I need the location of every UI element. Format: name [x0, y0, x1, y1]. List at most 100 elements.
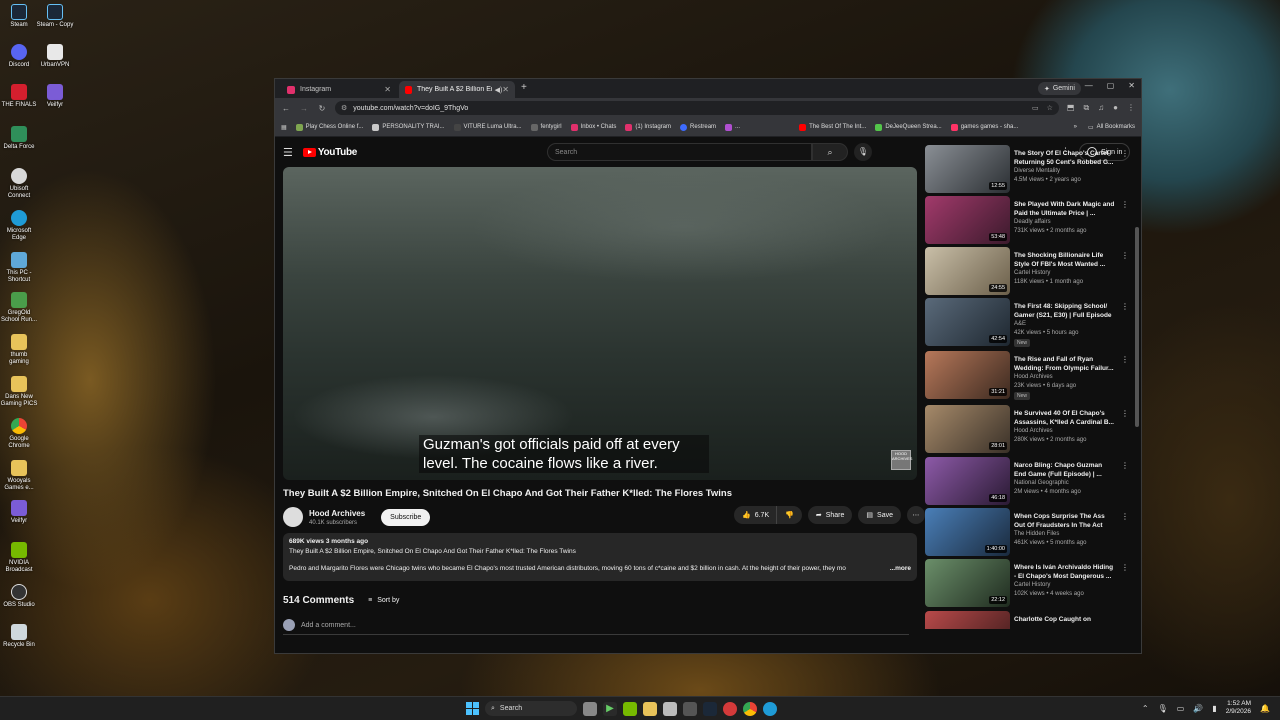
recommended-channel[interactable]: Cartel History: [1014, 270, 1050, 276]
desktop-icon-delta-force[interactable]: Delta Force: [0, 126, 38, 151]
play-icon[interactable]: ▶: [603, 701, 617, 716]
chevron-up-icon[interactable]: ⌃: [1142, 704, 1149, 713]
media-control-icon[interactable]: ♫: [1098, 103, 1104, 113]
video-thumbnail[interactable]: [925, 611, 1010, 629]
desktop-icon-this-pc[interactable]: This PC - Shortcut: [0, 252, 38, 284]
desktop-icon-veilfyr-2[interactable]: Veilfyr: [0, 500, 38, 525]
dislike-button[interactable]: 👎: [777, 506, 802, 524]
store-icon[interactable]: [663, 701, 677, 716]
close-icon[interactable]: ✕: [384, 85, 391, 94]
video-thumbnail[interactable]: 24:55: [925, 247, 1010, 295]
nvidia-icon[interactable]: [623, 701, 637, 716]
more-vertical-icon[interactable]: ⋮: [1121, 563, 1129, 572]
chrome-icon[interactable]: [743, 701, 757, 716]
channel-name[interactable]: Hood Archives: [309, 509, 365, 518]
browser-menu-icon[interactable]: ⋮: [1127, 103, 1135, 113]
recommended-channel[interactable]: Diverse Mentality: [1014, 168, 1060, 174]
desktop-icon-the-finals[interactable]: THE FINALS: [0, 84, 38, 109]
voice-search-button[interactable]: 🎙: [854, 143, 872, 161]
extension-icon[interactable]: ⬒: [1067, 103, 1075, 113]
channel-avatar[interactable]: [283, 507, 303, 527]
recommended-title[interactable]: She Played With Dark Magic and Paid the …: [1014, 200, 1116, 218]
desktop-icon-dans-pics[interactable]: Dans New Gaming PICS: [0, 376, 38, 408]
desktop-icon-discord[interactable]: Discord: [0, 44, 38, 69]
add-comment-field[interactable]: Add a comment...: [283, 619, 909, 635]
desktop-icon-nvidia[interactable]: NVIDIA Broadcast: [0, 542, 38, 574]
video-thumbnail[interactable]: 28:01: [925, 405, 1010, 453]
tab-youtube-video[interactable]: They Built A $2 Billion Empi ◀) ✕: [399, 81, 515, 98]
recommended-title[interactable]: Narco Bling: Chapo Guzman End Game (Full…: [1014, 461, 1116, 479]
recommended-title[interactable]: The Shocking Billionaire Life Style Of F…: [1014, 251, 1116, 269]
recommended-video[interactable]: 31:21 The Rise and Fall of Ryan Wedding:…: [925, 351, 1133, 402]
cast-icon[interactable]: ▭: [1032, 104, 1039, 112]
recommended-title[interactable]: Charlotte Cop Caught on: [1014, 615, 1116, 624]
task-view-icon[interactable]: [583, 701, 597, 716]
address-bar[interactable]: ⚙ youtube.com/watch?v=doIG_9ThgVo ▭ ☆: [335, 101, 1059, 115]
gemini-button[interactable]: ✦ Gemini: [1037, 82, 1081, 95]
file-explorer-icon[interactable]: [643, 701, 657, 716]
clock[interactable]: 1:52 AM 2/9/2026: [1226, 700, 1251, 716]
apps-grid-icon[interactable]: ▦: [281, 124, 287, 131]
desktop-icon-thumb-gaming[interactable]: thumb gaming: [0, 334, 38, 366]
desktop-icon-recycle-bin[interactable]: Recycle Bin: [0, 624, 38, 649]
recommended-channel[interactable]: Deadly affairs: [1014, 219, 1051, 225]
bookmark-item[interactable]: Play Chess Online f...: [295, 123, 363, 131]
bookmark-item[interactable]: ...: [725, 123, 740, 131]
video-thumbnail[interactable]: 31:21: [925, 351, 1010, 399]
recommended-title[interactable]: Where Is Iván Archivaldo Hiding - El Cha…: [1014, 563, 1116, 581]
extensions-puzzle-icon[interactable]: ⧉: [1083, 103, 1089, 113]
new-tab-button[interactable]: +: [521, 82, 527, 93]
video-thumbnail[interactable]: 46:18: [925, 457, 1010, 505]
recommended-video[interactable]: 12:55 The Story Of El Chapo's Cartel Ret…: [925, 145, 1133, 196]
description-more-link[interactable]: ...more: [887, 565, 911, 572]
close-icon[interactable]: ✕: [502, 85, 509, 94]
desktop-icon-steam[interactable]: Steam: [0, 4, 38, 29]
desktop-icon-greg[interactable]: GregOld School Run...: [0, 292, 38, 324]
recommended-title[interactable]: The Story Of El Chapo's Cartel Returning…: [1014, 149, 1116, 167]
recommended-video[interactable]: Charlotte Cop Caught on: [925, 611, 1133, 629]
video-thumbnail[interactable]: 42:54: [925, 298, 1010, 346]
back-icon[interactable]: ←: [281, 104, 291, 113]
save-button[interactable]: ▤ Save: [858, 506, 901, 524]
volume-icon[interactable]: 🔊: [1193, 704, 1203, 713]
recommended-channel[interactable]: Hood Archives: [1014, 428, 1053, 434]
video-thumbnail[interactable]: 1:40:00: [925, 508, 1010, 556]
bookmark-item[interactable]: fentygirl: [530, 123, 562, 131]
video-thumbnail[interactable]: 12:55: [925, 145, 1010, 193]
settings-gear-icon[interactable]: [683, 701, 697, 716]
desktop-icon-wooyals[interactable]: Wooyals Games e...: [0, 460, 38, 492]
recommended-video[interactable]: 42:54 The First 48: Skipping School/ Gam…: [925, 298, 1133, 349]
recommended-title[interactable]: The Rise and Fall of Ryan Wedding: From …: [1014, 355, 1116, 373]
bookmark-item[interactable]: games games - sha...: [950, 123, 1018, 131]
desktop-icon-urbanvpn[interactable]: UrbanVPN: [36, 44, 74, 69]
search-button[interactable]: ⌕: [812, 143, 848, 161]
sort-comments-button[interactable]: ≡ Sort by: [368, 597, 399, 604]
bookmark-item[interactable]: Inbox • Chats: [570, 123, 616, 131]
recommended-video[interactable]: 46:18 Narco Bling: Chapo Guzman End Game…: [925, 457, 1133, 508]
recommended-title[interactable]: He Survived 40 Of El Chapo's Assassins, …: [1014, 409, 1116, 427]
recommended-title[interactable]: The First 48: Skipping School/ Gamer (S2…: [1014, 302, 1116, 320]
app-icon[interactable]: [723, 701, 737, 716]
youtube-logo[interactable]: YouTube: [302, 147, 357, 158]
channel-watermark[interactable]: HOOD ARCHIVES: [891, 450, 912, 470]
video-thumbnail[interactable]: 22:12: [925, 559, 1010, 607]
desktop-icon-obs[interactable]: OBS Studio: [0, 584, 38, 609]
minimize-icon[interactable]: —: [1085, 81, 1093, 90]
menu-icon[interactable]: ☰: [283, 146, 293, 159]
recommended-title[interactable]: When Cops Surprise The Ass Out Of Frauds…: [1014, 512, 1116, 530]
recommended-video[interactable]: 53:48 She Played With Dark Magic and Pai…: [925, 196, 1133, 247]
site-info-icon[interactable]: ⚙: [341, 104, 347, 112]
bookmark-item[interactable]: (1) Instagram: [625, 123, 671, 131]
recommended-channel[interactable]: The Hidden Files: [1014, 531, 1059, 537]
desktop-icon-edge[interactable]: Microsoft Edge: [0, 210, 38, 242]
bookmark-item[interactable]: DeJeeQueen Strea...: [875, 123, 942, 131]
desktop-icon-ubisoft[interactable]: Ubisoft Connect: [0, 168, 38, 200]
more-vertical-icon[interactable]: ⋮: [1121, 461, 1129, 470]
video-player[interactable]: Guzman's got officials paid off at every…: [283, 167, 917, 480]
windows-start-icon[interactable]: [466, 702, 479, 715]
page-scrollbar[interactable]: [1135, 227, 1139, 427]
like-button[interactable]: 👍 6.7K: [734, 506, 778, 524]
recommended-channel[interactable]: A&E: [1014, 321, 1026, 327]
bookmark-star-icon[interactable]: ☆: [1047, 104, 1053, 112]
bookmark-item[interactable]: VITURE Luma Ultra...: [453, 123, 522, 131]
